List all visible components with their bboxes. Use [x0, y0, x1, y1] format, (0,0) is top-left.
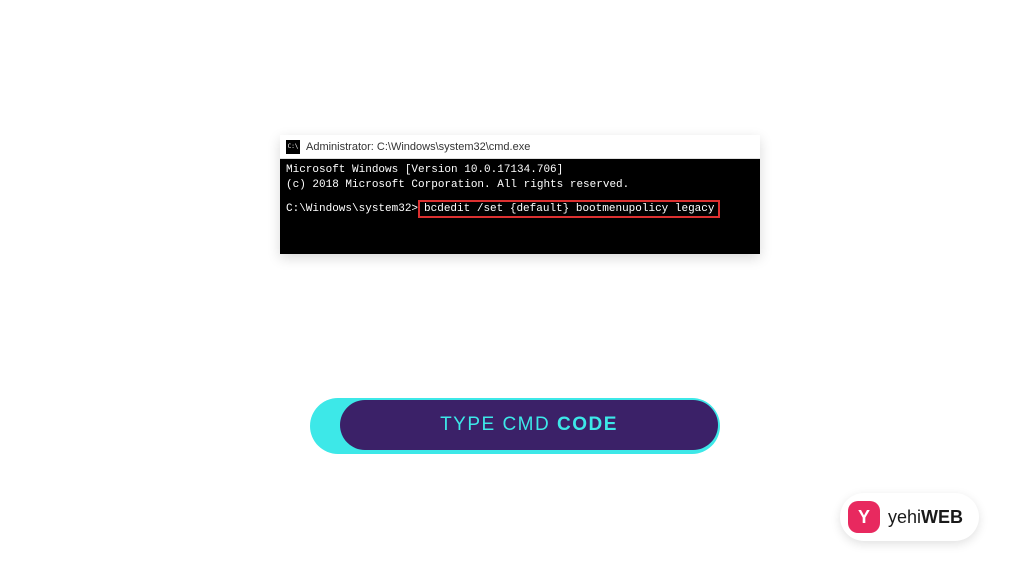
badge-foreground: TYPE CMD CODE	[340, 400, 718, 450]
logo-icon: Y	[848, 501, 880, 533]
cmd-window: Administrator: C:\Windows\system32\cmd.e…	[280, 135, 760, 254]
badge-text-bold: CODE	[557, 414, 618, 435]
cmd-window-title: Administrator: C:\Windows\system32\cmd.e…	[306, 141, 530, 153]
cmd-input-line: C:\Windows\system32> bcdedit /set {defau…	[286, 200, 754, 218]
logo-text-part2: WEB	[921, 507, 963, 527]
badge-label: TYPE CMD CODE	[440, 414, 618, 436]
logo-letter: Y	[858, 507, 870, 528]
cmd-entered-command: bcdedit /set {default} bootmenupolicy le…	[418, 200, 720, 218]
cmd-version-line: Microsoft Windows [Version 10.0.17134.70…	[286, 163, 754, 178]
cmd-prompt-icon	[286, 140, 300, 154]
logo-text: yehiWEB	[888, 507, 963, 528]
cmd-prompt-path: C:\Windows\system32>	[286, 203, 418, 215]
cmd-body[interactable]: Microsoft Windows [Version 10.0.17134.70…	[280, 159, 760, 254]
brand-logo: Y yehiWEB	[840, 493, 979, 541]
cmd-copyright-line: (c) 2018 Microsoft Corporation. All righ…	[286, 178, 754, 193]
instruction-badge: TYPE CMD CODE	[310, 398, 720, 454]
logo-text-part1: yehi	[888, 507, 921, 527]
cmd-titlebar: Administrator: C:\Windows\system32\cmd.e…	[280, 135, 760, 159]
badge-text-normal: TYPE CMD	[440, 414, 557, 435]
